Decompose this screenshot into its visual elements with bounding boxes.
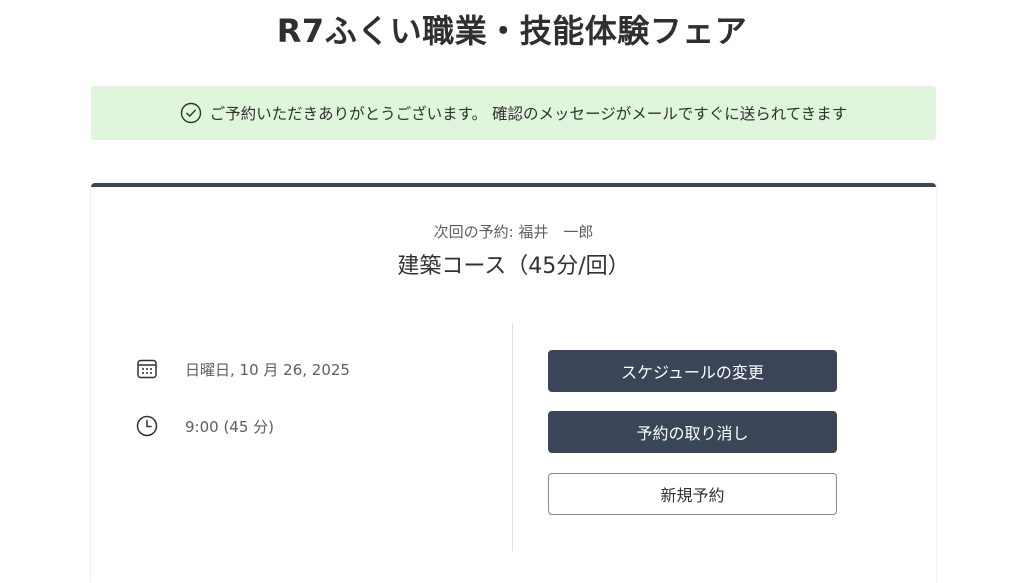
confirmation-message: ご予約いただきありがとうございます。 確認のメッセージがメールですぐに送られてき… (209, 105, 848, 123)
check-circle-icon (180, 102, 202, 124)
booking-date: 日曜日, 10 月 26, 2025 (185, 360, 350, 379)
calendar-icon (135, 357, 159, 381)
vertical-divider (512, 323, 513, 551)
booking-card: 次回の予約: 福井 一郎 建築コース（45分/回） 日曜日, 10 月 26, … (91, 183, 936, 583)
new-booking-button[interactable]: 新規予約 (548, 473, 837, 515)
clock-icon (135, 414, 159, 438)
page-title: R7ふくい職業・技能体験フェア (276, 12, 748, 50)
confirmation-banner: ご予約いただきありがとうございます。 確認のメッセージがメールですぐに送られてき… (91, 86, 936, 140)
next-booking-label: 次回の予約: 福井 一郎 (433, 223, 594, 241)
booking-time-row: 9:00 (45 分) (135, 414, 274, 438)
reschedule-button[interactable]: スケジュールの変更 (548, 350, 837, 392)
booking-time: 9:00 (45 分) (185, 417, 275, 436)
cancel-booking-button[interactable]: 予約の取り消し (548, 411, 837, 453)
course-title: 建築コース（45分/回） (397, 254, 630, 279)
booking-date-row: 日曜日, 10 月 26, 2025 (135, 357, 350, 381)
